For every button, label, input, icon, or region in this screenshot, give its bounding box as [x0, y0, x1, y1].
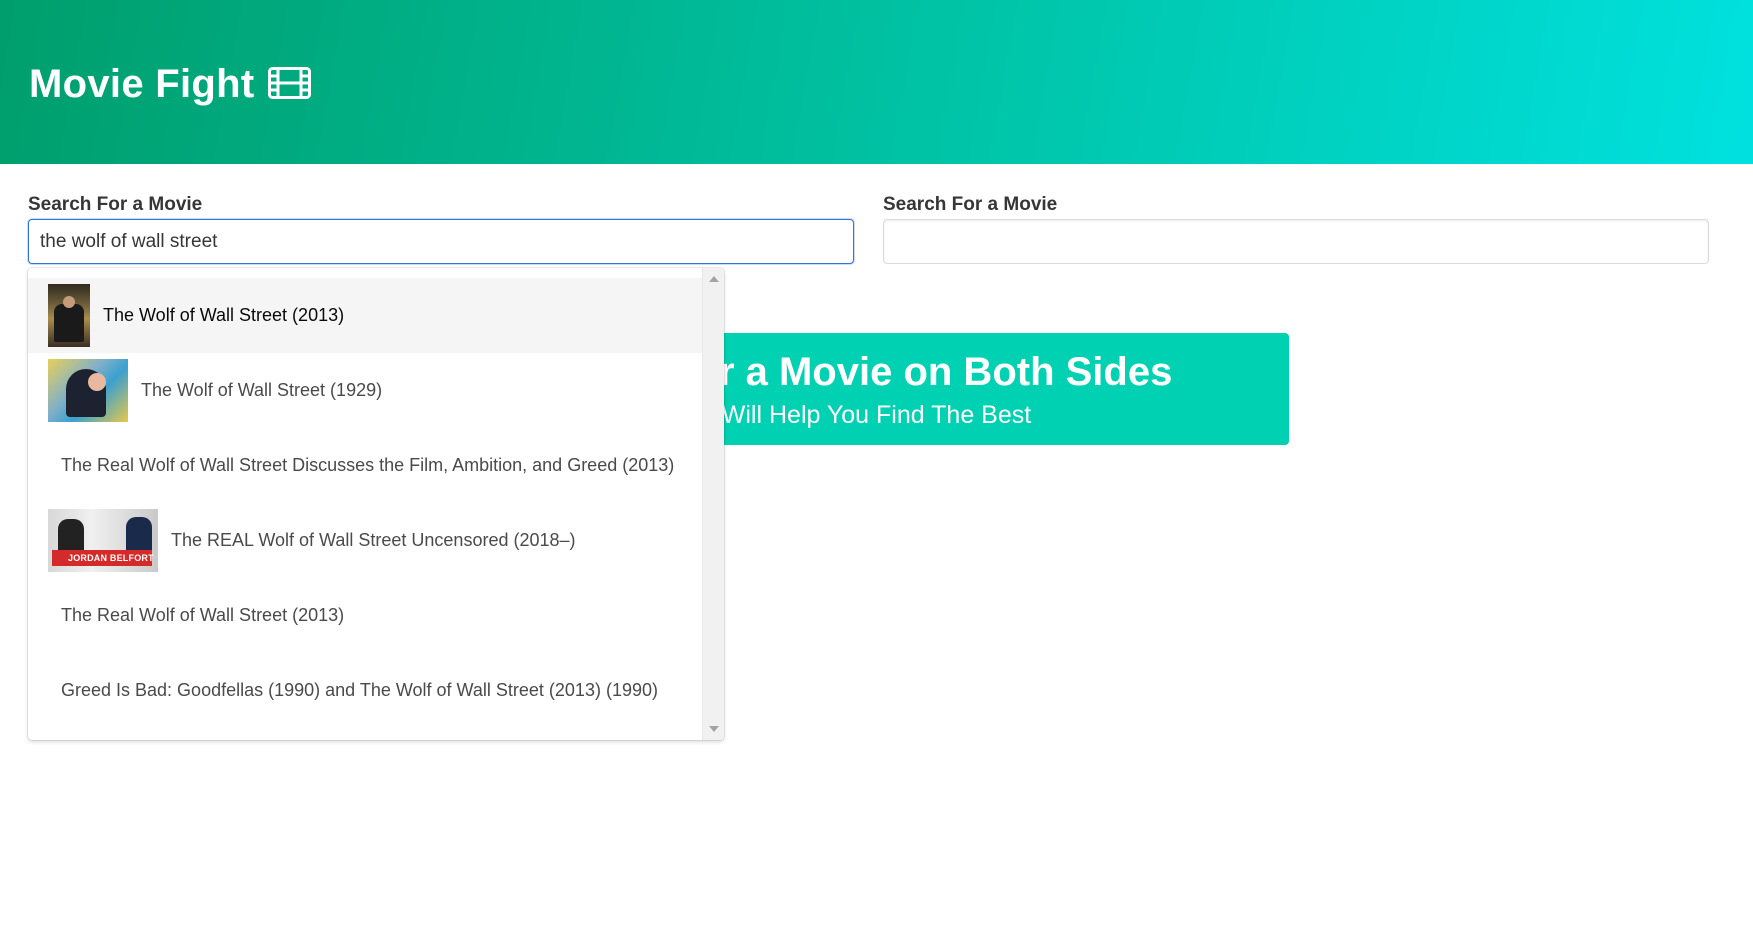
result-title: The Real Wolf of Wall Street (2013) [61, 605, 345, 625]
result-item[interactable]: The Wolf of Wall Street (2013) [28, 278, 702, 353]
scroll-up-arrow-icon[interactable] [709, 276, 719, 282]
app-title: Movie Fight [29, 62, 255, 106]
result-title: The Wolf of Wall Street (2013) [103, 305, 345, 325]
result-item[interactable]: The Real Wolf of Wall Street Discusses t… [28, 428, 702, 503]
result-item[interactable]: The Wolf of Wall Street (1929) [28, 353, 702, 428]
results-list: The Wolf of Wall Street (2013) The Wolf … [28, 278, 702, 728]
right-search-input[interactable] [883, 219, 1709, 264]
thumbnail-caption: JORDAN BELFORT [52, 550, 154, 566]
result-title: The Real Wolf of Wall Street Discusses t… [61, 455, 675, 475]
result-item[interactable]: The Real Wolf of Wall Street (2013) [28, 578, 702, 653]
dropdown-scrollbar[interactable] [702, 268, 724, 740]
search-results-dropdown[interactable]: The Wolf of Wall Street (2013) The Wolf … [28, 268, 724, 740]
result-title: The REAL Wolf of Wall Street Uncensored … [171, 530, 576, 550]
movie-poster-thumbnail [48, 284, 90, 347]
film-icon [268, 67, 311, 99]
hero-header: Movie Fight [0, 0, 1753, 164]
right-search-label: Search For a Movie [883, 194, 1058, 215]
scroll-down-arrow-icon[interactable] [709, 726, 719, 732]
movie-poster-thumbnail: JORDAN BELFORT [48, 509, 158, 572]
result-item[interactable]: Greed Is Bad: Goodfellas (1990) and The … [28, 653, 702, 728]
left-search-label: Search For a Movie [28, 194, 203, 215]
movie-poster-thumbnail [48, 359, 128, 422]
result-title: The Wolf of Wall Street (1929) [141, 380, 383, 400]
result-title: Greed Is Bad: Goodfellas (1990) and The … [61, 680, 658, 700]
result-item[interactable]: JORDAN BELFORT The REAL Wolf of Wall Str… [28, 503, 702, 578]
left-search-input[interactable] [28, 219, 854, 264]
